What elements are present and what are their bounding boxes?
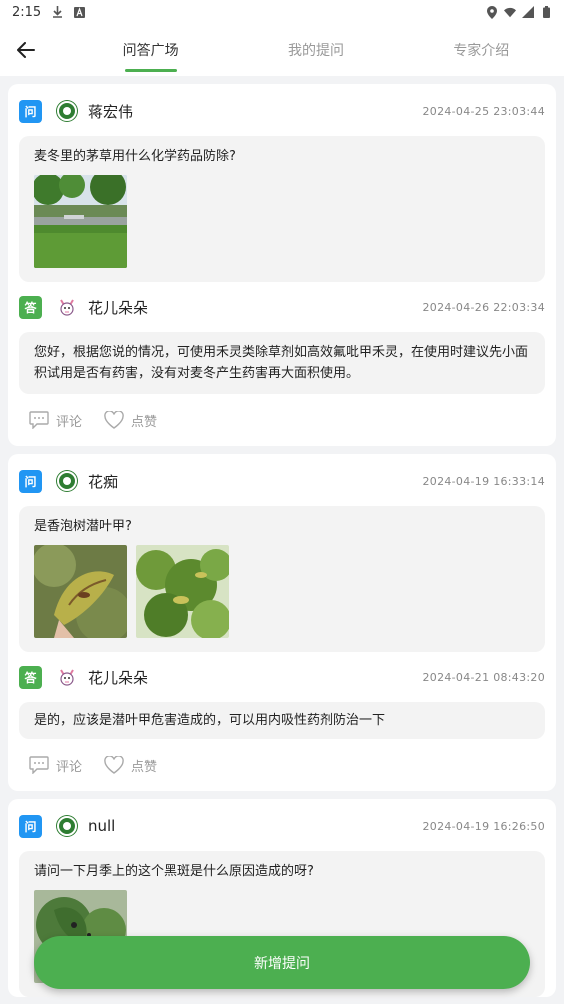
qa-card[interactable]: 问 花痴 2024-04-19 16:33:14 是香泡树潜叶甲? 答 花儿朵朵…: [8, 454, 556, 791]
like-label: 点赞: [131, 414, 158, 430]
download-icon: [51, 6, 63, 18]
answer-badge: 答: [19, 295, 42, 319]
like-button[interactable]: 点赞: [104, 756, 157, 775]
comment-label: 评论: [56, 414, 83, 430]
ask-time: 2024-04-19 16:33:14: [422, 474, 545, 488]
comment-label: 评论: [56, 759, 83, 775]
answer-header: 答 花儿朵朵 2024-04-21 08:43:20: [19, 662, 545, 692]
question-header: 问 蒋宏伟 2024-04-25 23:03:44: [19, 96, 545, 126]
asker-name: 蒋宏伟: [88, 102, 134, 121]
arrow-left-icon: [17, 42, 35, 58]
expert-avatar: [57, 297, 77, 317]
card-actions: 评论 点赞: [19, 394, 545, 446]
card-actions: 评论 点赞: [19, 739, 545, 791]
avatar: [57, 816, 77, 836]
question-badge: 问: [19, 814, 42, 838]
app-notification-icon: [73, 6, 85, 18]
asker-name: null: [88, 817, 116, 835]
answer-time: 2024-04-26 22:03:34: [422, 300, 545, 314]
tab-bar: 问答广场 我的提问 专家介绍: [68, 24, 564, 76]
wifi-icon: [504, 6, 516, 18]
answer-bubble: 是的，应该是潜叶甲危害造成的，可以用内吸性药剂防治一下: [19, 702, 545, 739]
answer-header: 答 花儿朵朵 2024-04-26 22:03:34: [19, 292, 545, 322]
question-badge: 问: [19, 469, 42, 493]
comment-button[interactable]: 评论: [29, 756, 82, 775]
avatar: [57, 101, 77, 121]
answer-badge: 答: [19, 665, 42, 689]
answerer-name: 花儿朵朵: [88, 668, 149, 687]
status-time: 2:15: [12, 4, 42, 20]
status-bar: 2:15: [0, 0, 564, 24]
tab-expert-intro[interactable]: 专家介绍: [399, 24, 564, 76]
question-badge: 问: [19, 99, 42, 123]
answer-bubble: 您好，根据您说的情况，可使用禾灵类除草剂如高效氟吡甲禾灵，在使用时建议先小面积试…: [19, 332, 545, 394]
answer-text: 是的，应该是潜叶甲危害造成的，可以用内吸性药剂防治一下: [34, 713, 386, 728]
tab-my-questions[interactable]: 我的提问: [233, 24, 398, 76]
ask-time: 2024-04-19 16:26:50: [422, 819, 545, 833]
question-bubble: 是香泡树潜叶甲?: [19, 506, 545, 652]
heart-icon: [104, 411, 124, 429]
answerer-name: 花儿朵朵: [88, 298, 149, 317]
battery-icon: [540, 6, 552, 18]
answer-time: 2024-04-21 08:43:20: [422, 670, 545, 684]
tab-qa-square[interactable]: 问答广场: [68, 24, 233, 76]
add-question-button[interactable]: 新增提问: [34, 936, 530, 989]
question-text: 是香泡树潜叶甲?: [34, 519, 132, 534]
like-label: 点赞: [131, 759, 158, 775]
question-header: 问 花痴 2024-04-19 16:33:14: [19, 466, 545, 496]
asker-name: 花痴: [88, 472, 119, 491]
like-button[interactable]: 点赞: [104, 411, 157, 430]
comment-button[interactable]: 评论: [29, 411, 82, 430]
question-text: 麦冬里的茅草用什么化学药品防除?: [34, 149, 236, 164]
avatar: [57, 471, 77, 491]
question-photo[interactable]: [136, 545, 229, 638]
question-photo[interactable]: [34, 545, 127, 638]
top-nav: 问答广场 我的提问 专家介绍: [0, 24, 564, 76]
question-text: 请问一下月季上的这个黑斑是什么原因造成的呀?: [34, 864, 314, 879]
answer-text: 您好，根据您说的情况，可使用禾灵类除草剂如高效氟吡甲禾灵，在使用时建议先小面积试…: [34, 345, 529, 381]
signal-icon: [522, 6, 534, 18]
question-header: 问 null 2024-04-19 16:26:50: [19, 811, 545, 841]
question-bubble: 麦冬里的茅草用什么化学药品防除?: [19, 136, 545, 282]
expert-avatar: [57, 667, 77, 687]
back-button[interactable]: [0, 24, 52, 76]
qa-card[interactable]: 问 蒋宏伟 2024-04-25 23:03:44 麦冬里的茅草用什么化学药品防…: [8, 84, 556, 446]
location-icon: [486, 5, 498, 19]
qa-list: 问 蒋宏伟 2024-04-25 23:03:44 麦冬里的茅草用什么化学药品防…: [0, 84, 564, 997]
heart-icon: [104, 756, 124, 774]
comment-icon: [29, 756, 49, 774]
comment-icon: [29, 411, 49, 429]
ask-time: 2024-04-25 23:03:44: [422, 104, 545, 118]
question-photo[interactable]: [34, 175, 127, 268]
